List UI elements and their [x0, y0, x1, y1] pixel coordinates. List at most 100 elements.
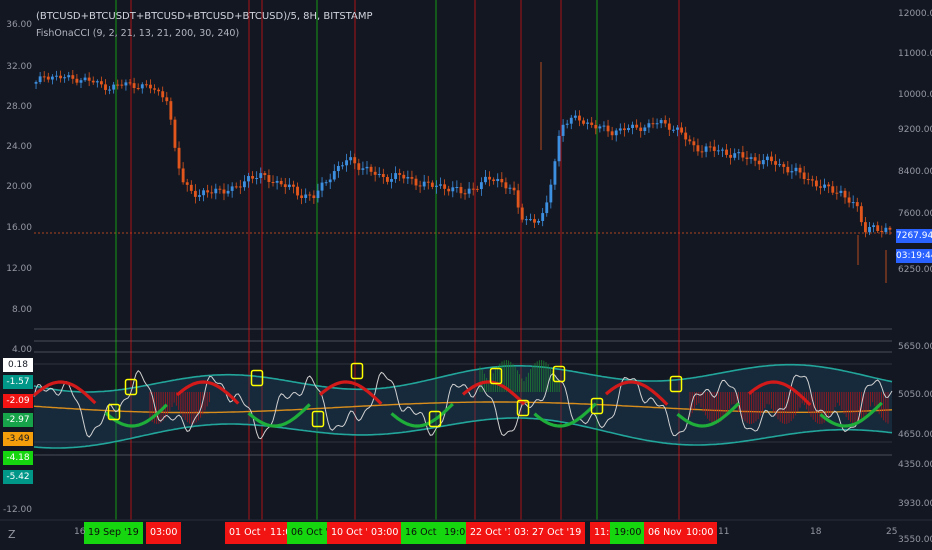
crossover-marker	[350, 362, 364, 380]
candle-body	[753, 157, 757, 161]
candle-body	[680, 127, 684, 133]
candle-body	[794, 167, 798, 172]
right-axis-label: 11000.00	[898, 49, 932, 59]
x-axis-date-tag: 10:00	[682, 522, 718, 544]
candle-body	[312, 195, 316, 199]
zoom-icon[interactable]: Z	[8, 528, 16, 541]
candle-body	[847, 197, 851, 203]
candle-body	[95, 81, 99, 83]
left-axis-label: 4.00	[11, 345, 32, 355]
candle-body	[864, 222, 867, 233]
candle-body	[369, 166, 373, 172]
candle-body	[524, 219, 528, 221]
candle-body	[361, 168, 365, 170]
indicator-value-badge: -2.97	[3, 413, 33, 427]
candle-body	[304, 194, 308, 198]
candle-body	[136, 88, 140, 90]
candle-body	[827, 184, 831, 187]
candle-body	[667, 123, 671, 130]
candle-body	[586, 122, 590, 124]
x-axis-date-tag: 03:00	[367, 522, 403, 544]
candle-body	[704, 146, 708, 152]
candle-body	[745, 157, 749, 159]
candle-body	[79, 80, 83, 83]
candle-body	[859, 206, 863, 223]
candle-body	[451, 187, 455, 192]
candle-body	[868, 226, 871, 233]
candle-body	[202, 190, 205, 196]
candle-body	[390, 179, 393, 182]
candle-body	[471, 188, 475, 190]
candle-body	[349, 157, 353, 161]
candle-body	[802, 172, 806, 180]
candle-body	[116, 84, 120, 86]
candle-body	[300, 195, 304, 198]
candle-body	[508, 187, 512, 189]
candle-body	[63, 77, 67, 79]
right-axis-label: 3550.00	[898, 535, 932, 545]
left-axis-label: 32.00	[6, 62, 32, 72]
candle-body	[193, 190, 197, 197]
candle-body	[406, 177, 410, 179]
candle-body	[533, 219, 536, 223]
candle-body	[189, 184, 193, 191]
candle-body	[447, 188, 451, 192]
candle-body	[181, 168, 185, 183]
left-axis-label: 24.00	[6, 142, 32, 152]
candle-body	[488, 176, 491, 180]
candle-body	[639, 127, 643, 132]
candle-body	[888, 227, 892, 230]
indicator-value-badge: 0.18	[3, 358, 33, 372]
candle-body	[770, 156, 773, 162]
candle-body	[157, 89, 161, 92]
candle-body	[255, 177, 259, 179]
chart-canvas[interactable]	[0, 0, 932, 550]
candle-body	[651, 123, 655, 125]
candle-body	[778, 164, 782, 166]
candle-body	[353, 157, 357, 164]
indicator-band-fill	[34, 364, 892, 448]
candle-body	[475, 188, 479, 190]
candle-body	[484, 176, 487, 183]
candle-body	[38, 76, 42, 83]
indicator-title[interactable]: FishOnaCCI (9, 2, 21, 13, 21, 200, 30, 2…	[36, 28, 239, 39]
candle-body	[71, 75, 75, 79]
candle-body	[467, 188, 471, 194]
right-axis-label: 6250.00	[898, 265, 932, 275]
candle-body	[398, 173, 402, 175]
candle-body	[279, 180, 283, 185]
candle-body	[198, 195, 201, 197]
candle-body	[336, 165, 340, 172]
candle-body	[271, 181, 275, 183]
candle-body	[140, 84, 144, 89]
candle-body	[659, 120, 663, 124]
candle-body	[87, 77, 91, 81]
candle-body	[643, 127, 647, 132]
candle-body	[557, 135, 561, 162]
candle-body	[443, 184, 447, 189]
left-axis-label: 8.00	[11, 305, 32, 315]
candle-body	[545, 202, 549, 214]
candle-body	[590, 122, 594, 125]
candle-body	[377, 174, 381, 176]
candle-body	[373, 171, 377, 175]
candle-body	[606, 125, 610, 132]
candle-body	[83, 77, 87, 81]
candle-body	[684, 132, 688, 140]
candle-body	[528, 219, 532, 221]
candle-body	[655, 123, 659, 125]
chart-stage: (BTCUSD+BTCUSDT+BTCUSD+BTCUSD+BTCUSD)/5,…	[0, 0, 932, 550]
candle-body	[573, 115, 577, 118]
left-axis-label: 28.00	[6, 102, 32, 112]
candle-body	[365, 166, 369, 169]
candle-body	[418, 185, 422, 187]
x-axis-date-tag: 19:00	[610, 522, 646, 544]
candle-body	[153, 88, 156, 90]
candle-body	[823, 184, 827, 188]
candle-body	[75, 78, 79, 83]
x-axis-tick-label: 18	[810, 527, 822, 537]
candle-body	[851, 202, 855, 204]
chart-title[interactable]: (BTCUSD+BTCUSDT+BTCUSD+BTCUSD+BTCUSD)/5,…	[36, 11, 373, 22]
candle-body	[692, 141, 696, 146]
left-axis-label: 36.00	[6, 20, 32, 30]
